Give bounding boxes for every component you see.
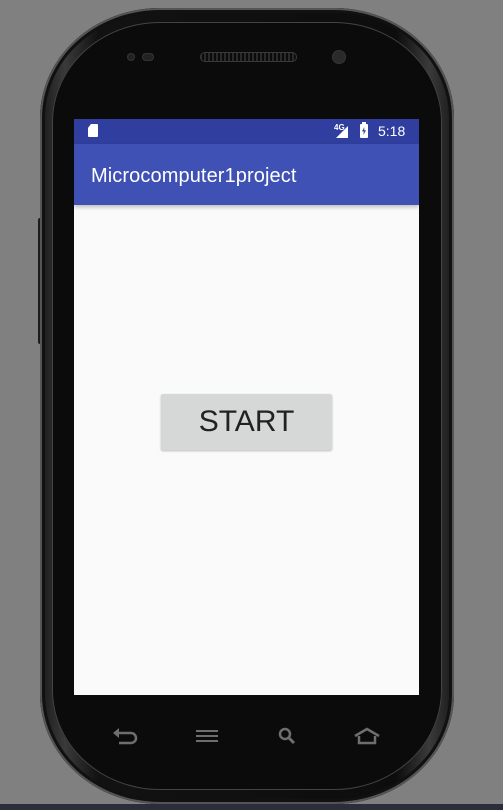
signal-icon [336, 126, 348, 138]
back-button[interactable] [110, 722, 140, 750]
emulator-backdrop: 4G 5:18 Microcomputer1project START [0, 0, 503, 810]
menu-icon [196, 730, 218, 742]
search-icon [278, 727, 296, 745]
earpiece-speaker [200, 52, 297, 62]
start-button[interactable]: START [161, 394, 332, 450]
search-button[interactable] [272, 722, 302, 750]
light-sensor-icon [142, 53, 154, 61]
app-bar: Microcomputer1project [74, 144, 419, 205]
battery-charging-icon [360, 122, 368, 138]
menu-button[interactable] [192, 722, 222, 750]
proximity-sensor-icon [127, 53, 135, 61]
front-camera-icon [332, 50, 346, 64]
home-icon [354, 727, 380, 745]
status-bar: 4G 5:18 [74, 119, 419, 144]
bottom-edge [0, 804, 503, 810]
home-button[interactable] [352, 722, 382, 750]
device-screen: 4G 5:18 Microcomputer1project START [74, 119, 419, 695]
sd-card-icon [88, 124, 98, 137]
app-title: Microcomputer1project [91, 165, 297, 187]
back-icon [113, 728, 138, 745]
status-clock: 5:18 [378, 123, 406, 139]
